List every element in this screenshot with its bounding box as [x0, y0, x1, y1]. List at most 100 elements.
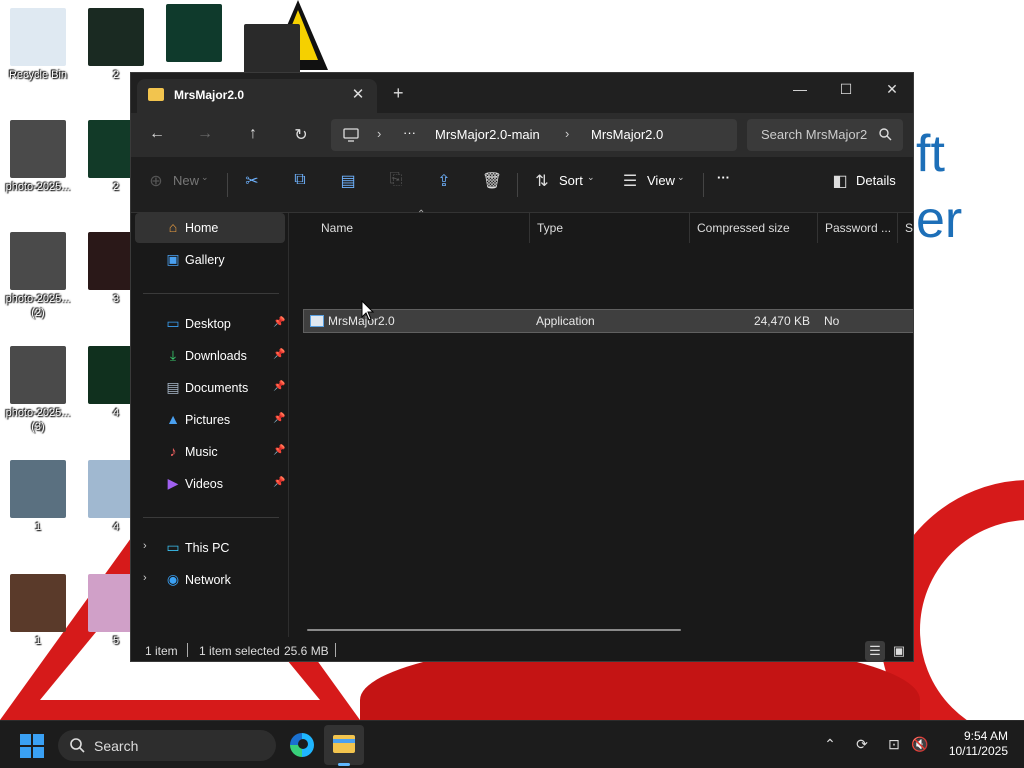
- monitor-icon: [343, 128, 359, 142]
- gallery-icon: ▣: [166, 251, 180, 267]
- sidebar-item-documents[interactable]: ▤ Documents 📌: [135, 373, 285, 403]
- file-list: ⌃ Name Type Compressed size Password ...…: [289, 209, 913, 637]
- maximize-button[interactable]: ☐: [823, 75, 869, 103]
- pictures-icon: ▲: [166, 411, 180, 427]
- minimize-button[interactable]: —: [777, 75, 823, 103]
- sidebar-item-pictures[interactable]: ▲ Pictures 📌: [135, 405, 285, 435]
- desktop-icon[interactable]: [158, 4, 230, 64]
- sort-up-icon: ⌃: [417, 209, 426, 220]
- column-type[interactable]: Type: [537, 213, 563, 243]
- videos-icon: ▶: [167, 475, 179, 491]
- details-view-icon[interactable]: ☰: [865, 641, 885, 661]
- expand-chevron-icon[interactable]: ›: [143, 572, 147, 584]
- copy-icon[interactable]: ⧉: [289, 171, 311, 189]
- chevron-up-icon[interactable]: ⌃: [820, 736, 840, 753]
- column-password[interactable]: Password ...: [825, 213, 891, 243]
- title-bar[interactable]: MrsMajor2.0 ✕ + — ☐ ✕: [131, 73, 913, 113]
- close-button[interactable]: ✕: [869, 75, 913, 103]
- tab-title: MrsMajor2.0: [174, 88, 245, 102]
- back-button[interactable]: ←: [145, 125, 169, 143]
- sidebar-item-this-pc[interactable]: › ▭ This PC: [135, 533, 285, 563]
- search-input[interactable]: Search MrsMajor2.0: [747, 119, 903, 151]
- breadcrumb-item[interactable]: MrsMajor2.0: [591, 127, 663, 142]
- refresh-button[interactable]: ↻: [289, 125, 313, 145]
- sidebar-item-downloads[interactable]: ⤓ Downloads 📌: [135, 341, 286, 371]
- recycle-bin-icon: [10, 8, 66, 66]
- image-thumbnail: [10, 120, 66, 178]
- tab-mrsmajor[interactable]: MrsMajor2.0 ✕: [137, 79, 377, 113]
- delete-icon[interactable]: 🗑: [481, 171, 503, 191]
- sidebar-item-videos[interactable]: ▶ Videos 📌: [135, 469, 286, 499]
- breadcrumb[interactable]: › ··· MrsMajor2.0-main › MrsMajor2.0: [331, 119, 737, 151]
- share-icon[interactable]: ⇪: [433, 171, 455, 191]
- pin-icon[interactable]: 📌: [273, 413, 285, 424]
- horizontal-scrollbar[interactable]: [307, 629, 681, 631]
- breadcrumb-item[interactable]: MrsMajor2.0-main: [435, 127, 540, 142]
- breadcrumb-more[interactable]: ···: [403, 125, 416, 140]
- pin-icon[interactable]: 📌: [273, 445, 285, 456]
- image-thumbnail: [166, 4, 222, 62]
- sort-button[interactable]: Sort: [559, 173, 583, 188]
- new-tab-button[interactable]: +: [393, 83, 404, 104]
- desktop-icon[interactable]: 2: [80, 8, 152, 82]
- status-bar: 1 item 1 item selected 25.6 MB ☰ ▣: [131, 637, 913, 661]
- column-name[interactable]: Name: [321, 213, 353, 243]
- sidebar-item-label: Desktop: [185, 317, 231, 331]
- desktop-icon[interactable]: photo-2025...: [2, 120, 74, 194]
- start-button[interactable]: [20, 734, 44, 758]
- cut-icon[interactable]: ✂: [241, 171, 263, 191]
- volume-muted-icon[interactable]: 🔇: [910, 736, 930, 753]
- rename-icon[interactable]: ⎘: [385, 171, 407, 189]
- pin-icon[interactable]: 📌: [273, 477, 285, 488]
- sidebar-item-gallery[interactable]: ▣ Gallery: [135, 245, 285, 275]
- desktop-icon-label: photo-2025... (2): [5, 293, 71, 319]
- desktop-icon[interactable]: 1: [2, 460, 74, 534]
- pin-icon[interactable]: 📌: [273, 317, 285, 328]
- divider: [897, 213, 898, 243]
- pin-icon[interactable]: 📌: [273, 349, 285, 360]
- desktop-icon[interactable]: photo-2025... (2): [2, 232, 74, 320]
- search-icon: [70, 738, 85, 753]
- desktop-icon: ▭: [166, 315, 180, 331]
- network-tray-icon[interactable]: ⊡: [884, 736, 904, 753]
- sidebar-item-network[interactable]: › ◉ Network: [135, 565, 285, 595]
- sidebar-item-home[interactable]: ⌂ Home: [135, 213, 285, 243]
- image-thumbnail: [10, 574, 66, 632]
- details-button[interactable]: Details: [856, 173, 896, 188]
- selection-size: 25.6 MB: [284, 644, 329, 658]
- expand-chevron-icon[interactable]: ›: [143, 540, 147, 552]
- view-icon: ☰: [622, 173, 638, 190]
- file-row-selected[interactable]: MrsMajor2.0 Application 24,470 KB No: [303, 309, 913, 333]
- desktop-icon[interactable]: 1: [2, 574, 74, 648]
- download-icon: ⤓: [169, 347, 177, 363]
- column-compressed-size[interactable]: Compressed size: [697, 213, 790, 243]
- sidebar-item-desktop[interactable]: ▭ Desktop 📌: [135, 309, 285, 339]
- file-explorer-window: MrsMajor2.0 ✕ + — ☐ ✕ ← → ↑ ↻ › ··· MrsM…: [130, 72, 914, 662]
- breadcrumb-separator: ›: [377, 126, 382, 141]
- desktop-icon[interactable]: Recycle Bin: [2, 8, 74, 82]
- paste-icon[interactable]: ▤: [337, 171, 359, 191]
- divider: [335, 643, 336, 657]
- column-size[interactable]: Si: [905, 213, 913, 243]
- sync-icon[interactable]: ⟳: [852, 736, 872, 753]
- search-icon: [879, 128, 892, 141]
- edge-browser-icon[interactable]: [282, 725, 322, 765]
- tiles-view-icon[interactable]: ▣: [889, 641, 909, 661]
- address-bar: ← → ↑ ↻ › ··· MrsMajor2.0-main › MrsMajo…: [131, 113, 913, 157]
- new-button[interactable]: New: [173, 173, 199, 188]
- divider: [517, 173, 518, 197]
- pin-icon[interactable]: 📌: [273, 381, 285, 392]
- forward-button[interactable]: →: [193, 125, 217, 143]
- more-options-button[interactable]: ···: [717, 170, 730, 185]
- windows-logo-icon: [20, 734, 31, 745]
- breadcrumb-separator: ›: [565, 126, 570, 141]
- up-button[interactable]: ↑: [241, 125, 265, 143]
- view-button[interactable]: View: [647, 173, 675, 188]
- file-explorer-taskbar-icon[interactable]: [324, 725, 364, 766]
- sidebar-item-music[interactable]: ♪ Music 📌: [135, 437, 286, 467]
- taskbar-search[interactable]: Search: [58, 730, 276, 761]
- clock[interactable]: 9:54 AM 10/11/2025: [938, 729, 1008, 759]
- desktop-icon[interactable]: photo-2025... (3): [2, 346, 74, 434]
- folder-icon: [148, 88, 164, 101]
- tab-close-icon[interactable]: ✕: [349, 85, 367, 103]
